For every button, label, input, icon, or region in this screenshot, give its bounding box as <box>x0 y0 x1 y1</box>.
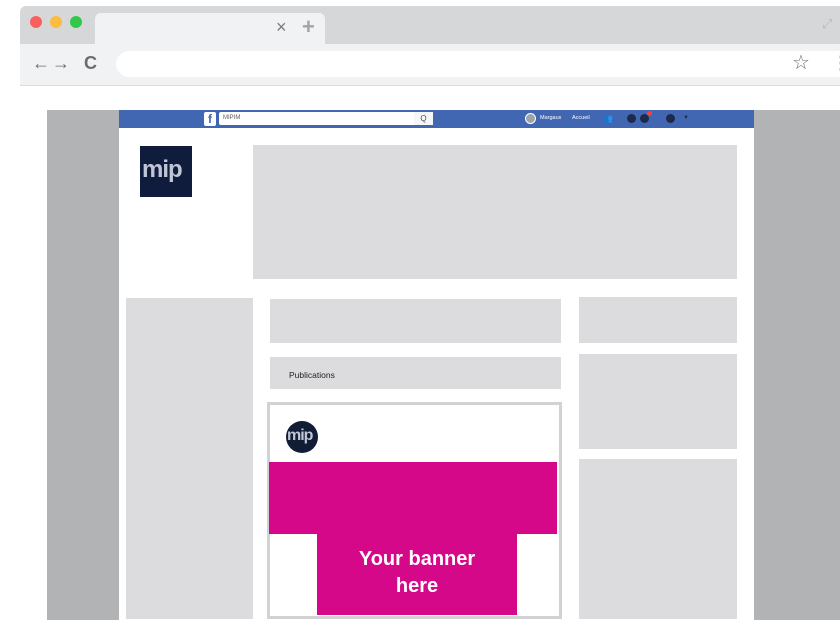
post-avatar-text: mip <box>287 427 313 444</box>
search-icon[interactable]: Q <box>414 112 433 125</box>
back-arrow-icon[interactable]: ← <box>32 54 50 72</box>
composer-box[interactable] <box>270 299 561 343</box>
banner-text-line2: here <box>395 575 439 597</box>
banner-text: Your banner here <box>317 546 517 600</box>
avatar[interactable] <box>525 113 536 124</box>
forward-arrow-icon[interactable]: → <box>52 54 70 72</box>
right-widget-1 <box>579 297 737 343</box>
friends-icon[interactable]: 👥 <box>603 113 613 124</box>
address-bar[interactable] <box>116 51 840 77</box>
notification-badge <box>647 111 652 116</box>
maximize-window-button[interactable] <box>70 16 82 28</box>
expand-icon[interactable]: ⤢ <box>822 16 832 32</box>
menu-icon[interactable]: ⋮ <box>832 53 840 73</box>
reload-icon[interactable]: C <box>84 54 97 72</box>
minimize-window-button[interactable] <box>50 16 62 28</box>
publications-label: Publications <box>289 370 335 380</box>
new-tab-button[interactable]: + <box>302 16 315 38</box>
browser-tab[interactable] <box>95 13 325 44</box>
profile-link[interactable]: Margaux <box>540 113 561 124</box>
dropdown-icon[interactable]: ▼ <box>683 113 689 124</box>
home-link[interactable]: Accueil <box>572 113 590 124</box>
facebook-logo-icon[interactable]: f <box>204 112 216 126</box>
messenger-icon[interactable] <box>627 114 636 123</box>
search-input[interactable] <box>219 112 433 125</box>
cover-photo[interactable] <box>253 145 737 279</box>
right-widget-2 <box>579 354 737 449</box>
left-sidebar <box>126 298 253 619</box>
help-icon[interactable] <box>666 114 675 123</box>
right-widget-3 <box>579 459 737 619</box>
close-window-button[interactable] <box>30 16 42 28</box>
page-logo-text: mip <box>142 156 183 183</box>
banner-text-line1: Your banner <box>358 548 476 570</box>
banner-top <box>269 462 557 534</box>
search-value: MIPIM <box>223 115 241 121</box>
star-icon[interactable]: ☆ <box>792 53 810 73</box>
close-icon[interactable]: × <box>276 18 287 36</box>
